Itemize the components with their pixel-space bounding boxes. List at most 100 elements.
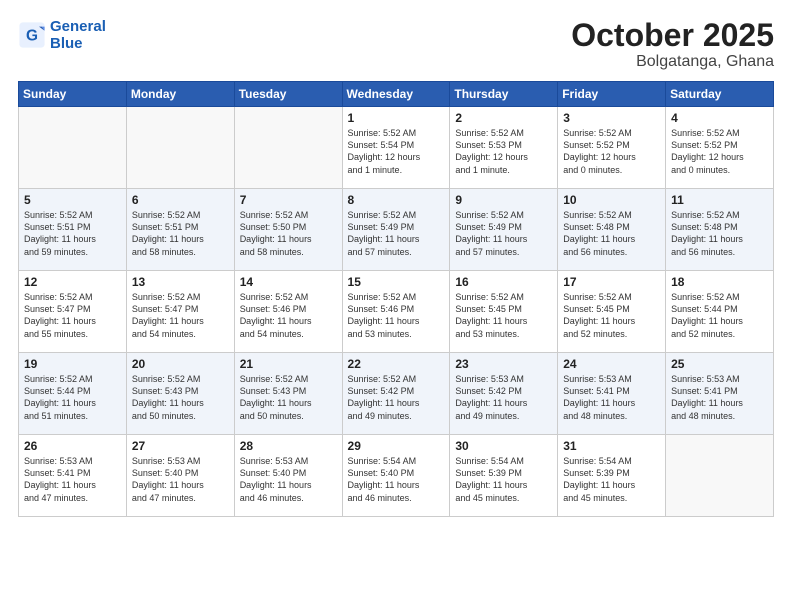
- day-number: 12: [24, 275, 121, 289]
- calendar-cell: 5 Sunrise: 5:52 AMSunset: 5:51 PMDaylight…: [19, 189, 127, 271]
- day-number: 13: [132, 275, 229, 289]
- day-number: 11: [671, 193, 768, 207]
- day-number: 27: [132, 439, 229, 453]
- day-info: Sunrise: 5:52 AMSunset: 5:43 PMDaylight:…: [132, 373, 229, 422]
- day-number: 26: [24, 439, 121, 453]
- day-info: Sunrise: 5:54 AMSunset: 5:40 PMDaylight:…: [348, 455, 445, 504]
- calendar-cell: 30Sunrise: 5:54 AMSunset: 5:39 PMDayligh…: [450, 435, 558, 517]
- location-title: Bolgatanga, Ghana: [571, 53, 774, 71]
- day-number: 31: [563, 439, 660, 453]
- calendar-week-2: 5 Sunrise: 5:52 AMSunset: 5:51 PMDaylight…: [19, 189, 774, 271]
- weekday-header-saturday: Saturday: [666, 82, 774, 107]
- day-info: Sunrise: 5:52 AMSunset: 5:53 PMDaylight:…: [455, 127, 552, 176]
- calendar-cell: 4Sunrise: 5:52 AMSunset: 5:52 PMDaylight…: [666, 107, 774, 189]
- calendar-cell: 25Sunrise: 5:53 AMSunset: 5:41 PMDayligh…: [666, 353, 774, 435]
- day-number: 16: [455, 275, 552, 289]
- day-info: Sunrise: 5:52 AMSunset: 5:54 PMDaylight:…: [348, 127, 445, 176]
- calendar-cell: [19, 107, 127, 189]
- day-number: 5: [24, 193, 121, 207]
- month-title: October 2025: [571, 18, 774, 53]
- header: G General Blue October 2025 Bolgatanga, …: [18, 18, 774, 71]
- svg-text:G: G: [26, 28, 38, 45]
- day-info: Sunrise: 5:52 AMSunset: 5:52 PMDaylight:…: [563, 127, 660, 176]
- weekday-header-tuesday: Tuesday: [234, 82, 342, 107]
- calendar-header-row: SundayMondayTuesdayWednesdayThursdayFrid…: [19, 82, 774, 107]
- day-number: 29: [348, 439, 445, 453]
- day-info: Sunrise: 5:52 AMSunset: 5:50 PMDaylight:…: [240, 209, 337, 258]
- day-info: Sunrise: 5:52 AMSunset: 5:47 PMDaylight:…: [24, 291, 121, 340]
- calendar-cell: 13 Sunrise: 5:52 AMSunset: 5:47 PMDayligh…: [126, 271, 234, 353]
- day-number: 22: [348, 357, 445, 371]
- calendar-cell: 29 Sunrise: 5:54 AMSunset: 5:40 PMDayligh…: [342, 435, 450, 517]
- calendar-cell: 2 Sunrise: 5:52 AMSunset: 5:53 PMDaylight…: [450, 107, 558, 189]
- calendar-cell: 15 Sunrise: 5:52 AMSunset: 5:46 PMDayligh…: [342, 271, 450, 353]
- day-number: 18: [671, 275, 768, 289]
- weekday-header-friday: Friday: [558, 82, 666, 107]
- calendar-cell: 11Sunrise: 5:52 AMSunset: 5:48 PMDayligh…: [666, 189, 774, 271]
- day-info: Sunrise: 5:52 AMSunset: 5:49 PMDaylight:…: [348, 209, 445, 258]
- day-info: Sunrise: 5:52 AMSunset: 5:51 PMDaylight:…: [24, 209, 121, 258]
- calendar-cell: [234, 107, 342, 189]
- day-info: Sunrise: 5:52 AMSunset: 5:44 PMDaylight:…: [671, 291, 768, 340]
- day-info: Sunrise: 5:53 AMSunset: 5:41 PMDaylight:…: [563, 373, 660, 422]
- calendar-cell: 10 Sunrise: 5:52 AMSunset: 5:48 PMDayligh…: [558, 189, 666, 271]
- day-info: Sunrise: 5:53 AMSunset: 5:40 PMDaylight:…: [240, 455, 337, 504]
- day-number: 30: [455, 439, 552, 453]
- calendar-cell: 3Sunrise: 5:52 AMSunset: 5:52 PMDaylight…: [558, 107, 666, 189]
- calendar-cell: 7 Sunrise: 5:52 AMSunset: 5:50 PMDaylight…: [234, 189, 342, 271]
- day-info: Sunrise: 5:52 AMSunset: 5:48 PMDaylight:…: [563, 209, 660, 258]
- day-info: Sunrise: 5:53 AMSunset: 5:41 PMDaylight:…: [671, 373, 768, 422]
- day-number: 2: [455, 111, 552, 125]
- day-info: Sunrise: 5:53 AMSunset: 5:40 PMDaylight:…: [132, 455, 229, 504]
- calendar-week-3: 12 Sunrise: 5:52 AMSunset: 5:47 PMDayligh…: [19, 271, 774, 353]
- calendar-cell: 12 Sunrise: 5:52 AMSunset: 5:47 PMDayligh…: [19, 271, 127, 353]
- page: G General Blue October 2025 Bolgatanga, …: [0, 0, 792, 612]
- logo: G General Blue: [18, 18, 106, 53]
- day-info: Sunrise: 5:52 AMSunset: 5:51 PMDaylight:…: [132, 209, 229, 258]
- day-info: Sunrise: 5:54 AMSunset: 5:39 PMDaylight:…: [563, 455, 660, 504]
- calendar-cell: 14Sunrise: 5:52 AMSunset: 5:46 PMDayligh…: [234, 271, 342, 353]
- day-info: Sunrise: 5:52 AMSunset: 5:44 PMDaylight:…: [24, 373, 121, 422]
- calendar-cell: 27 Sunrise: 5:53 AMSunset: 5:40 PMDayligh…: [126, 435, 234, 517]
- day-info: Sunrise: 5:52 AMSunset: 5:47 PMDaylight:…: [132, 291, 229, 340]
- calendar-cell: 9Sunrise: 5:52 AMSunset: 5:49 PMDaylight…: [450, 189, 558, 271]
- calendar-cell: 1Sunrise: 5:52 AMSunset: 5:54 PMDaylight…: [342, 107, 450, 189]
- day-number: 4: [671, 111, 768, 125]
- calendar-cell: 8Sunrise: 5:52 AMSunset: 5:49 PMDaylight…: [342, 189, 450, 271]
- calendar-week-1: 1Sunrise: 5:52 AMSunset: 5:54 PMDaylight…: [19, 107, 774, 189]
- calendar-cell: 18 Sunrise: 5:52 AMSunset: 5:44 PMDayligh…: [666, 271, 774, 353]
- calendar-cell: 26 Sunrise: 5:53 AMSunset: 5:41 PMDayligh…: [19, 435, 127, 517]
- day-info: Sunrise: 5:53 AMSunset: 5:42 PMDaylight:…: [455, 373, 552, 422]
- calendar-cell: 23Sunrise: 5:53 AMSunset: 5:42 PMDayligh…: [450, 353, 558, 435]
- day-number: 6: [132, 193, 229, 207]
- logo-text: General Blue: [50, 18, 106, 53]
- day-info: Sunrise: 5:52 AMSunset: 5:45 PMDaylight:…: [563, 291, 660, 340]
- weekday-header-thursday: Thursday: [450, 82, 558, 107]
- calendar-cell: 24Sunrise: 5:53 AMSunset: 5:41 PMDayligh…: [558, 353, 666, 435]
- day-number: 19: [24, 357, 121, 371]
- calendar-cell: 16Sunrise: 5:52 AMSunset: 5:45 PMDayligh…: [450, 271, 558, 353]
- day-number: 14: [240, 275, 337, 289]
- day-info: Sunrise: 5:52 AMSunset: 5:49 PMDaylight:…: [455, 209, 552, 258]
- day-info: Sunrise: 5:52 AMSunset: 5:42 PMDaylight:…: [348, 373, 445, 422]
- day-number: 10: [563, 193, 660, 207]
- calendar-cell: [126, 107, 234, 189]
- calendar-cell: [666, 435, 774, 517]
- day-info: Sunrise: 5:52 AMSunset: 5:46 PMDaylight:…: [348, 291, 445, 340]
- day-number: 15: [348, 275, 445, 289]
- calendar-week-4: 19 Sunrise: 5:52 AMSunset: 5:44 PMDayligh…: [19, 353, 774, 435]
- calendar-cell: 21Sunrise: 5:52 AMSunset: 5:43 PMDayligh…: [234, 353, 342, 435]
- logo-icon: G: [18, 21, 46, 49]
- calendar-cell: 22 Sunrise: 5:52 AMSunset: 5:42 PMDayligh…: [342, 353, 450, 435]
- day-info: Sunrise: 5:52 AMSunset: 5:43 PMDaylight:…: [240, 373, 337, 422]
- day-number: 17: [563, 275, 660, 289]
- calendar-cell: 28Sunrise: 5:53 AMSunset: 5:40 PMDayligh…: [234, 435, 342, 517]
- day-number: 20: [132, 357, 229, 371]
- weekday-header-monday: Monday: [126, 82, 234, 107]
- calendar: SundayMondayTuesdayWednesdayThursdayFrid…: [18, 81, 774, 517]
- calendar-week-5: 26 Sunrise: 5:53 AMSunset: 5:41 PMDayligh…: [19, 435, 774, 517]
- weekday-header-wednesday: Wednesday: [342, 82, 450, 107]
- calendar-body: 1Sunrise: 5:52 AMSunset: 5:54 PMDaylight…: [19, 107, 774, 517]
- day-number: 7: [240, 193, 337, 207]
- day-info: Sunrise: 5:53 AMSunset: 5:41 PMDaylight:…: [24, 455, 121, 504]
